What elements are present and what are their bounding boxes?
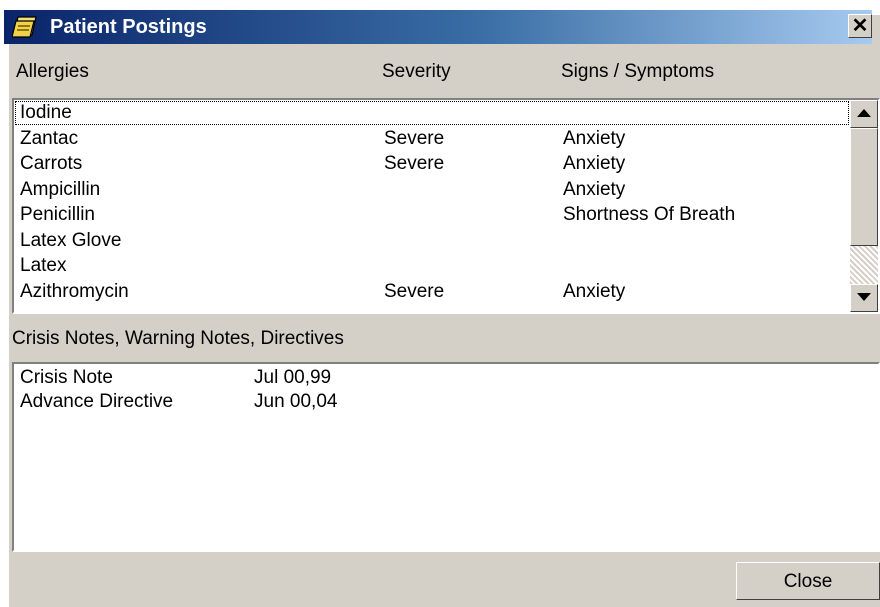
allergy-name: Ampicillin bbox=[20, 178, 101, 200]
allergy-severity: Severe bbox=[384, 127, 445, 149]
window-title: Patient Postings bbox=[50, 16, 207, 38]
note-type: Advance Directive bbox=[20, 391, 174, 412]
notes-list[interactable]: Crisis Note Jul 00,99 Advance Directive … bbox=[12, 362, 880, 552]
close-icon[interactable]: ✕ bbox=[848, 14, 872, 38]
allergy-name: Penicillin bbox=[20, 204, 95, 225]
allergy-severity: Severe bbox=[384, 280, 445, 302]
note-date: Jul 00,99 bbox=[254, 367, 332, 388]
allergy-symptoms: Anxiety bbox=[563, 280, 626, 302]
close-button[interactable]: Close bbox=[736, 562, 880, 600]
allergy-row[interactable]: Azithromycin Severe Anxiety bbox=[14, 279, 850, 305]
allergy-symptoms: Anxiety bbox=[563, 127, 626, 149]
allergy-name: Latex bbox=[20, 255, 67, 276]
notepad-icon bbox=[11, 15, 38, 39]
allergies-list[interactable]: Iodine Zantac Severe Anxiety Carrots Sev… bbox=[12, 98, 880, 314]
note-type: Crisis Note bbox=[20, 367, 113, 388]
column-header-allergies[interactable]: Allergies bbox=[16, 59, 89, 85]
allergy-row[interactable]: Iodine bbox=[14, 100, 850, 126]
note-date: Jun 00,04 bbox=[254, 391, 338, 412]
note-row[interactable]: Crisis Note Jul 00,99 bbox=[14, 364, 878, 388]
column-header-severity[interactable]: Severity bbox=[382, 59, 451, 85]
allergy-row[interactable]: Ampicillin Anxiety bbox=[14, 177, 850, 203]
allergy-name: Carrots bbox=[20, 153, 83, 174]
allergy-row[interactable]: Penicillin Shortness Of Breath bbox=[14, 202, 850, 228]
column-header-signs-symptoms[interactable]: Signs / Symptoms bbox=[561, 59, 714, 85]
allergy-name: Iodine bbox=[20, 102, 72, 123]
scrollbar-thumb[interactable] bbox=[850, 128, 878, 246]
title-bar[interactable]: Patient Postings ✕ bbox=[4, 10, 872, 44]
allergy-name: Azithromycin bbox=[20, 280, 129, 302]
allergy-row[interactable]: Carrots Severe Anxiety bbox=[14, 151, 850, 177]
arrow-down-icon[interactable] bbox=[850, 284, 878, 312]
allergy-name: Latex Glove bbox=[20, 229, 122, 251]
allergy-row[interactable]: Latex Glove bbox=[14, 228, 850, 254]
notes-section-label: Crisis Notes, Warning Notes, Directives bbox=[12, 328, 344, 349]
allergy-severity: Severe bbox=[384, 153, 445, 174]
allergy-symptoms: Shortness Of Breath bbox=[563, 204, 736, 225]
arrow-up-icon[interactable] bbox=[850, 100, 878, 128]
allergy-row[interactable]: Zantac Severe Anxiety bbox=[14, 126, 850, 152]
allergy-name: Zantac bbox=[20, 127, 79, 149]
note-row[interactable]: Advance Directive Jun 00,04 bbox=[14, 388, 878, 412]
allergies-scrollbar[interactable] bbox=[850, 100, 878, 312]
allergy-symptoms: Anxiety bbox=[563, 178, 626, 200]
allergy-symptoms: Anxiety bbox=[563, 153, 626, 174]
allergy-row[interactable]: Latex bbox=[14, 253, 850, 279]
